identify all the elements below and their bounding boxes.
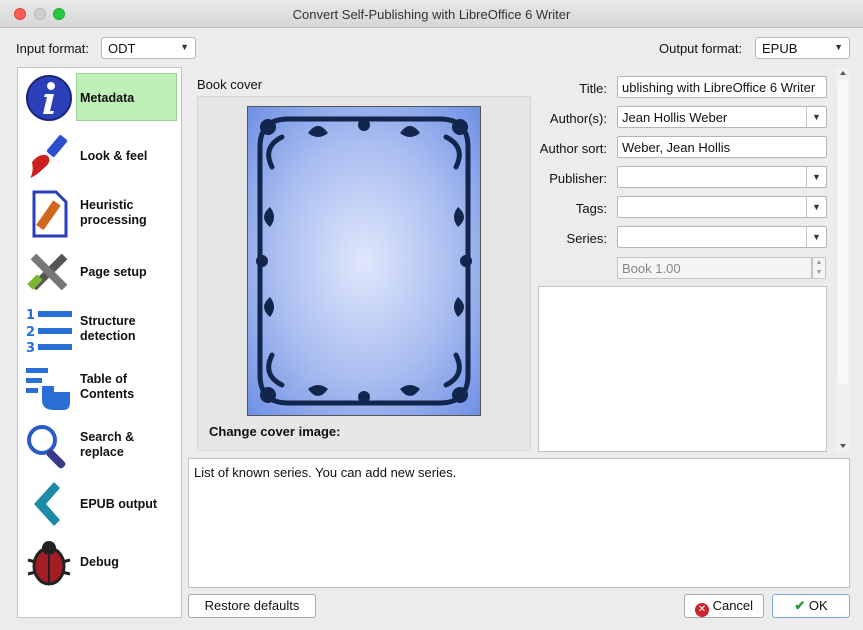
svg-text:2: 2 bbox=[26, 325, 35, 340]
sidebar-item-debug[interactable]: Debug bbox=[22, 536, 178, 588]
sidebar-item-label: Table of Contents bbox=[80, 372, 135, 401]
title-input[interactable]: ublishing with LibreOffice 6 Writer bbox=[617, 76, 827, 98]
series-combo[interactable]: ▼ bbox=[617, 226, 827, 248]
sidebar-item-heuristic-processing[interactable]: Heuristic processing bbox=[22, 188, 178, 240]
restore-defaults-button[interactable]: Restore defaults bbox=[188, 594, 316, 618]
authors-label: Author(s): bbox=[549, 111, 607, 126]
sidebar-item-label: Heuristic processing bbox=[80, 198, 147, 227]
chevron-down-icon[interactable]: ▼ bbox=[806, 167, 826, 187]
tags-label: Tags: bbox=[575, 201, 607, 216]
change-cover-label: Change cover image: bbox=[209, 424, 341, 439]
ok-button[interactable]: ✔ OK bbox=[772, 594, 850, 618]
document-pencil-icon bbox=[32, 190, 68, 238]
authors-combo[interactable]: Jean Hollis Weber ▼ bbox=[617, 106, 827, 128]
sidebar-item-table-of-contents[interactable]: Table of Contents bbox=[22, 362, 178, 414]
tools-icon bbox=[27, 253, 68, 291]
author-sort-input[interactable]: Weber, Jean Hollis bbox=[617, 136, 827, 158]
ornamental-frame-image bbox=[256, 116, 472, 406]
title-label: Title: bbox=[579, 81, 607, 96]
publisher-label: Publisher: bbox=[549, 171, 607, 186]
series-index-input[interactable]: Book 1.00 bbox=[617, 257, 812, 279]
authors-value: Jean Hollis Weber bbox=[622, 110, 728, 125]
numbered-list-icon: 1 2 3 bbox=[26, 308, 72, 354]
magnifier-icon bbox=[27, 425, 66, 469]
sidebar: Metadata Look & feel Heuristic processin… bbox=[17, 67, 182, 618]
input-format-select[interactable]: ODT ▼ bbox=[101, 37, 196, 59]
chevron-down-icon[interactable]: ▼ bbox=[806, 227, 826, 247]
sidebar-item-label: Metadata bbox=[80, 91, 135, 105]
toc-pointer-icon bbox=[26, 368, 70, 410]
book-cover-label: Book cover bbox=[197, 77, 263, 92]
chevron-down-icon[interactable]: ▼ bbox=[806, 197, 826, 217]
cancel-button[interactable]: ✕ Cancel bbox=[684, 594, 764, 618]
checkmark-icon: ✔ bbox=[794, 598, 806, 613]
cover-image bbox=[247, 106, 481, 416]
output-format-value: EPUB bbox=[762, 41, 798, 56]
sidebar-item-label: Page setup bbox=[80, 265, 147, 279]
series-label: Series: bbox=[566, 231, 607, 246]
svg-text:1: 1 bbox=[26, 308, 35, 323]
sidebar-item-look-and-feel[interactable]: Look & feel bbox=[22, 130, 178, 182]
sidebar-item-label: Look & feel bbox=[80, 149, 148, 163]
tags-combo[interactable]: ▼ bbox=[617, 196, 827, 218]
info-icon bbox=[26, 75, 72, 121]
bug-icon bbox=[27, 541, 71, 586]
sidebar-item-metadata[interactable]: Metadata bbox=[22, 72, 178, 124]
series-index-stepper[interactable]: ▲ ▼ bbox=[812, 257, 826, 279]
sidebar-item-label: Structure detection bbox=[80, 314, 136, 343]
sidebar-item-label: Search & replace bbox=[80, 430, 135, 459]
sidebar-item-structure-detection[interactable]: 1 2 3 Structure detection bbox=[22, 304, 178, 356]
cancel-icon: ✕ bbox=[694, 603, 709, 617]
output-format-label: Output format: bbox=[659, 41, 743, 56]
chevron-left-icon bbox=[34, 482, 60, 526]
convert-dialog: Convert Self-Publishing with LibreOffice… bbox=[0, 0, 863, 630]
cancel-label: Cancel bbox=[712, 598, 754, 613]
input-format-value: ODT bbox=[108, 41, 136, 56]
sidebar-item-page-setup[interactable]: Page setup bbox=[22, 246, 178, 298]
sidebar-item-search-replace[interactable]: Search & replace bbox=[22, 420, 178, 472]
ok-label: OK bbox=[808, 598, 828, 613]
chevron-down-icon: ▼ bbox=[180, 42, 189, 52]
sidebar-item-label: Debug bbox=[80, 555, 119, 569]
comments-editor[interactable] bbox=[538, 286, 827, 452]
publisher-combo[interactable]: ▼ bbox=[617, 166, 827, 188]
title-bar: Convert Self-Publishing with LibreOffice… bbox=[0, 0, 863, 28]
window-title: Convert Self-Publishing with LibreOffice… bbox=[292, 7, 571, 22]
chevron-down-icon[interactable]: ▼ bbox=[806, 107, 826, 127]
sidebar-item-epub-output[interactable]: EPUB output bbox=[22, 478, 178, 530]
paintbrush-icon bbox=[30, 135, 68, 178]
output-format-select[interactable]: EPUB ▼ bbox=[755, 37, 850, 59]
input-format-label: Input format: bbox=[16, 41, 89, 56]
sidebar-item-label: EPUB output bbox=[80, 497, 158, 511]
chevron-down-icon: ▼ bbox=[834, 42, 843, 52]
help-text: List of known series. You can add new se… bbox=[188, 458, 850, 588]
svg-text:3: 3 bbox=[26, 341, 35, 354]
vertical-scrollbar[interactable] bbox=[836, 68, 850, 452]
author-sort-label: Author sort: bbox=[539, 141, 607, 156]
